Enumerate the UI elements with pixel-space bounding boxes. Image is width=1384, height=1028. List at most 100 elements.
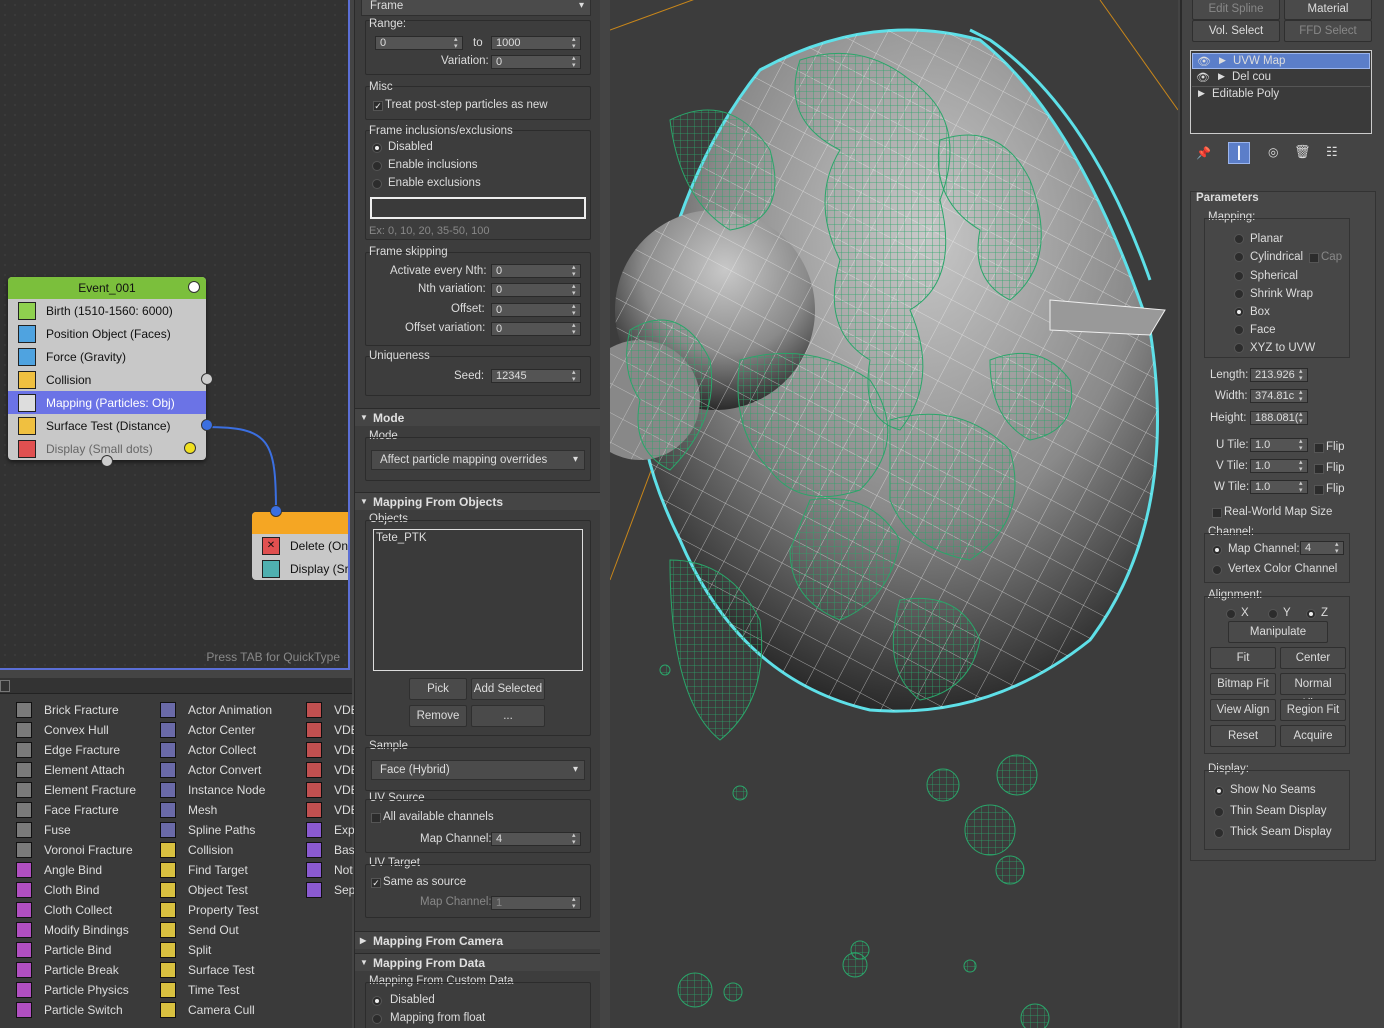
depot-operator-item[interactable]: Convex Hull bbox=[16, 720, 136, 740]
depot-operator-item[interactable]: Particle Break bbox=[16, 960, 136, 980]
map-channel-radio[interactable] bbox=[1212, 545, 1222, 555]
depot-operator-item[interactable]: VDE bbox=[306, 760, 359, 780]
input-port[interactable] bbox=[101, 455, 113, 467]
reset-button[interactable]: Reset bbox=[1210, 725, 1276, 747]
map-channel2-spinner[interactable]: 1 bbox=[491, 896, 581, 910]
expand-arrow-icon[interactable]: ▶ bbox=[1219, 55, 1226, 66]
edit-spline-button[interactable]: Edit Spline bbox=[1192, 0, 1280, 20]
output-port[interactable] bbox=[201, 373, 213, 385]
xyz-to-uvw-radio[interactable] bbox=[1234, 343, 1244, 353]
v-flip-checkbox[interactable] bbox=[1314, 464, 1324, 474]
normal-align-button[interactable]: Normal Align bbox=[1280, 673, 1346, 710]
view-align-button[interactable]: View Align bbox=[1210, 699, 1276, 721]
depot-operator-item[interactable]: Cloth Bind bbox=[16, 880, 136, 900]
op-delete[interactable]: ✕ Delete (On bbox=[252, 534, 348, 557]
depot-operator-item[interactable]: Instance Node bbox=[160, 780, 272, 800]
op-position-object[interactable]: Position Object (Faces) bbox=[8, 322, 206, 345]
depot-operator-item[interactable]: VDE bbox=[306, 740, 359, 760]
vtile-spinner[interactable]: 1.0 bbox=[1250, 459, 1308, 473]
modifier-stack[interactable]: 👁 ▶ UVW Map 👁 ▶ Del cou ▶ Editable Poly bbox=[1190, 50, 1372, 134]
variation-spinner[interactable]: 0 bbox=[491, 55, 581, 69]
offset-spinner[interactable]: 0 bbox=[491, 303, 581, 317]
width-spinner[interactable]: 374.81c bbox=[1250, 389, 1308, 403]
mode-rollout[interactable]: Mode bbox=[355, 408, 600, 427]
stack-item-del-cou[interactable]: 👁 ▶ Del cou bbox=[1192, 70, 1370, 86]
depot-operator-item[interactable]: Angle Bind bbox=[16, 860, 136, 880]
depot-operator-item[interactable]: Modify Bindings bbox=[16, 920, 136, 940]
range-to-spinner[interactable]: 1000 bbox=[491, 36, 581, 50]
parameters-title[interactable]: Parameters bbox=[1196, 192, 1259, 204]
op-surface-test[interactable]: Surface Test (Distance) bbox=[8, 414, 213, 437]
align-z-radio[interactable] bbox=[1306, 609, 1316, 619]
depot-operator-item[interactable]: Surface Test bbox=[160, 960, 272, 980]
depot-operator-item[interactable]: Send Out bbox=[160, 920, 272, 940]
depot-operator-item[interactable]: Actor Collect bbox=[160, 740, 272, 760]
depot-operator-item[interactable]: Time Test bbox=[160, 980, 272, 1000]
enable-exclusions-radio[interactable] bbox=[372, 179, 382, 189]
depot-operator-item[interactable]: Actor Animation bbox=[160, 700, 272, 720]
w-flip-checkbox[interactable] bbox=[1314, 485, 1324, 495]
depot-operator-item[interactable]: Element Attach bbox=[16, 760, 136, 780]
3d-viewport[interactable] bbox=[610, 0, 1178, 1028]
show-no-seams-radio[interactable] bbox=[1214, 786, 1224, 796]
depot-operator-item[interactable]: Brick Fracture bbox=[16, 700, 136, 720]
eye-icon[interactable]: 👁 bbox=[1197, 55, 1211, 68]
height-spinner[interactable]: 188.081( bbox=[1250, 411, 1308, 425]
remove-button[interactable]: Remove bbox=[409, 705, 467, 727]
utile-spinner[interactable]: 1.0 bbox=[1250, 438, 1308, 452]
bitmap-fit-button[interactable]: Bitmap Fit bbox=[1210, 673, 1276, 695]
mapping-from-data-rollout[interactable]: Mapping From Data bbox=[355, 953, 600, 972]
center-button[interactable]: Center bbox=[1280, 647, 1346, 669]
sample-dropdown[interactable]: Face (Hybrid) bbox=[371, 760, 585, 780]
cylindrical-radio[interactable] bbox=[1234, 252, 1244, 262]
manipulate-button[interactable]: Manipulate bbox=[1228, 621, 1328, 643]
length-spinner[interactable]: 213.926 bbox=[1250, 368, 1308, 382]
op-force[interactable]: Force (Gravity) bbox=[8, 345, 206, 368]
depot-scrollbar[interactable] bbox=[0, 678, 352, 694]
stack-item-editable-poly[interactable]: ▶ Editable Poly bbox=[1192, 86, 1370, 102]
u-flip-checkbox[interactable] bbox=[1314, 443, 1324, 453]
frames-text-input[interactable] bbox=[370, 197, 586, 219]
depot-operator-item[interactable]: Actor Convert bbox=[160, 760, 272, 780]
depot-operator-item[interactable]: Camera Cull bbox=[160, 1000, 272, 1020]
depot-operator-item[interactable]: Find Target bbox=[160, 860, 272, 880]
depot-operator-item[interactable]: Sep bbox=[306, 880, 359, 900]
expand-arrow-icon[interactable]: ▶ bbox=[1198, 88, 1205, 99]
map-channel-spinner[interactable]: 4 bbox=[1300, 541, 1344, 555]
stack-item-uvw-map[interactable]: 👁 ▶ UVW Map bbox=[1192, 53, 1370, 69]
depot-operator-item[interactable]: Exp bbox=[306, 820, 359, 840]
display-color-dot[interactable] bbox=[184, 442, 196, 454]
range-from-spinner[interactable]: 0 bbox=[375, 36, 463, 50]
cap-checkbox[interactable] bbox=[1309, 253, 1319, 263]
mapping-from-objects-rollout[interactable]: Mapping From Objects bbox=[355, 492, 600, 511]
depot-operator-item[interactable]: Edge Fracture bbox=[16, 740, 136, 760]
face-radio[interactable] bbox=[1234, 325, 1244, 335]
depot-operator-item[interactable]: VDE bbox=[306, 780, 359, 800]
depot-operator-item[interactable]: Bas bbox=[306, 840, 359, 860]
add-selected-button[interactable]: Add Selected bbox=[471, 678, 545, 700]
depot-operator-item[interactable]: Actor Center bbox=[160, 720, 272, 740]
lightbulb-icon[interactable] bbox=[188, 281, 200, 293]
event-node-2[interactable]: ✕ Delete (On Display (Sr bbox=[252, 505, 348, 580]
op-display-2[interactable]: Display (Sr bbox=[252, 557, 348, 580]
material-button[interactable]: Material bbox=[1284, 0, 1372, 20]
mfcd-disabled-radio[interactable] bbox=[372, 996, 382, 1006]
seed-spinner[interactable]: 12345 bbox=[491, 369, 581, 383]
depot-operator-item[interactable]: Particle Physics bbox=[16, 980, 136, 1000]
vol-select-button[interactable]: Vol. Select bbox=[1192, 20, 1280, 42]
depot-operator-item[interactable]: Face Fracture bbox=[16, 800, 136, 820]
enable-inclusions-radio[interactable] bbox=[372, 161, 382, 171]
eye-icon[interactable]: 👁 bbox=[1196, 71, 1210, 84]
depot-operator-item[interactable]: Voronoi Fracture bbox=[16, 840, 136, 860]
depot-operator-item[interactable]: Mesh bbox=[160, 800, 272, 820]
mapping-from-camera-rollout[interactable]: Mapping From Camera bbox=[355, 931, 600, 950]
fit-button[interactable]: Fit bbox=[1210, 647, 1276, 669]
op-mapping[interactable]: Mapping (Particles: Obj) bbox=[8, 391, 206, 414]
align-y-radio[interactable] bbox=[1268, 609, 1278, 619]
disabled-radio[interactable] bbox=[372, 143, 382, 153]
box-radio[interactable] bbox=[1234, 307, 1244, 317]
depot-operator-item[interactable]: Fuse bbox=[16, 820, 136, 840]
region-fit-button[interactable]: Region Fit bbox=[1280, 699, 1346, 721]
particle-view-editor[interactable]: Event_001 Birth (1510-1560: 6000) Positi… bbox=[0, 0, 350, 670]
depot-operator-item[interactable]: Split bbox=[160, 940, 272, 960]
